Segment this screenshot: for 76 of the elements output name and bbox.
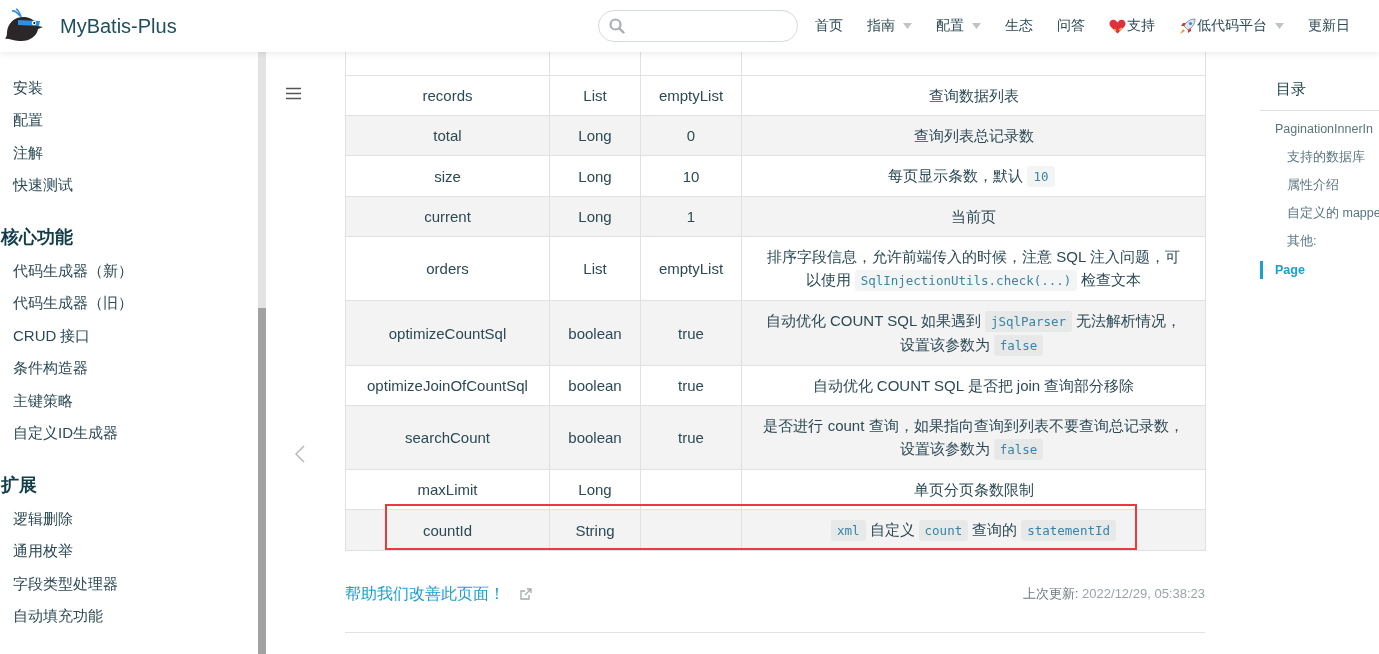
table-cell: emptyList (640, 236, 742, 301)
table-cell: String (549, 509, 641, 551)
table-cell: optimizeJoinOfCountSql (345, 365, 550, 406)
sidebar-item[interactable]: 代码生成器（新） (0, 254, 133, 287)
table-cell: xml 自定义 count 查询的 statementId (741, 509, 1206, 551)
nav-link[interactable]: 问答 (1056, 17, 1085, 35)
table-cell: 排序字段信息，允许前端传入的时候，注意 SQL 注入问题，可以使用 SqlInjectionUtils.check(...) 检查文本 (741, 236, 1206, 301)
table-cell: boolean (549, 365, 641, 406)
toc-link[interactable]: 其他: (1287, 227, 1317, 255)
table-cell: 当前页 (741, 196, 1206, 237)
toc-title: 目录 (1260, 80, 1379, 111)
nav-link[interactable]: 首页 (814, 17, 843, 35)
last-updated-label: 上次更新: (1022, 586, 1079, 601)
sidebar-item[interactable]: CRUD 接口 (0, 319, 91, 352)
table-cell: Long (549, 196, 641, 237)
table-cell: 是否进行 count 查询，如果指向查询到列表不要查询总记录数，设置该参数为 false (741, 405, 1206, 470)
site-title[interactable]: MyBatis-Plus (60, 14, 177, 38)
table-cell: 1 (640, 196, 742, 237)
table-cell: 0 (640, 115, 742, 156)
toc-link[interactable]: 属性介绍 (1287, 171, 1339, 199)
table-cell: true (640, 300, 742, 366)
sidebar-item[interactable]: 字段类型处理器 (0, 567, 118, 600)
table-cell: optimizeCountSql (345, 300, 550, 366)
toc-link[interactable]: PaginationInnerIn (1275, 115, 1373, 143)
last-updated-time: 2022/12/29, 05:38:23 (1082, 586, 1205, 601)
table-cell: Long (549, 115, 641, 156)
nav-link[interactable]: 更新日 (1307, 17, 1350, 35)
table-cell: searchCount (345, 405, 550, 470)
sidebar-heading[interactable]: 核心功能 (0, 219, 73, 255)
sidebar-item[interactable]: 安装 (0, 71, 43, 104)
table-cell: true (640, 405, 742, 470)
table-cell: orders (345, 236, 550, 301)
sidebar-heading[interactable]: 扩展 (0, 467, 37, 503)
table-cell: 10 (640, 155, 742, 197)
sidebar-item[interactable]: 自动填充功能 (0, 600, 103, 633)
heart-icon (1108, 18, 1126, 34)
sidebar-item[interactable]: 自定义ID生成器 (0, 417, 118, 450)
table-cell: boolean (549, 405, 641, 470)
table-cell: List (549, 75, 641, 116)
menu-icon[interactable] (286, 87, 301, 100)
bird-logo-icon[interactable] (4, 8, 44, 44)
search-icon (608, 18, 625, 34)
sidebar-item[interactable]: 主键策略 (0, 384, 73, 417)
table-cell: boolean (549, 300, 641, 366)
scrollbar-thumb[interactable] (258, 308, 266, 654)
table-cell: countId (345, 509, 550, 551)
sidebar-item[interactable]: 快速测试 (0, 169, 73, 202)
table-cell: 每页显示条数，默认 10 (741, 155, 1206, 197)
toc-link[interactable]: 支持的数据库 (1287, 143, 1365, 171)
scrollbar-track[interactable] (258, 52, 266, 654)
nav-link[interactable]: 生态 (1004, 17, 1033, 35)
nav-dropdown[interactable]: 配置 (935, 17, 981, 35)
sidebar-item[interactable]: 逻辑删除 (0, 502, 73, 535)
table-cell: 自动优化 COUNT SQL 是否把 join 查询部分移除 (741, 365, 1206, 406)
chevron-left-icon[interactable] (295, 445, 305, 463)
table-cell: true (640, 365, 742, 406)
table-cell: 自动优化 COUNT SQL 如果遇到 jSqlParser 无法解析情况，设置该参数为 false (741, 300, 1206, 366)
sidebar-item[interactable]: 条件构造器 (0, 352, 88, 385)
sidebar-item[interactable]: 配置 (0, 104, 43, 137)
table-cell: Long (549, 155, 641, 197)
external-link-icon (520, 588, 532, 600)
table-cell: total (345, 115, 550, 156)
sidebar-item[interactable]: 通用枚举 (0, 535, 73, 568)
table-cell: records (345, 75, 550, 116)
table-cell: 查询列表总记录数 (741, 115, 1206, 156)
sidebar-item[interactable]: 注解 (0, 136, 43, 169)
sidebar-item[interactable]: 代码生成器（旧） (0, 287, 133, 320)
table-cell: 查询数据列表 (741, 75, 1206, 116)
rocket-icon (1178, 17, 1196, 35)
nav-dropdown[interactable]: 低代码平台 (1178, 17, 1284, 35)
nav-link[interactable]: 支持 (1108, 17, 1155, 35)
table-cell: List (549, 236, 641, 301)
table-cell: emptyList (640, 75, 742, 116)
nav-dropdown[interactable]: 指南 (866, 17, 912, 35)
table-cell: current (345, 196, 550, 237)
table-cell: size (345, 155, 550, 197)
